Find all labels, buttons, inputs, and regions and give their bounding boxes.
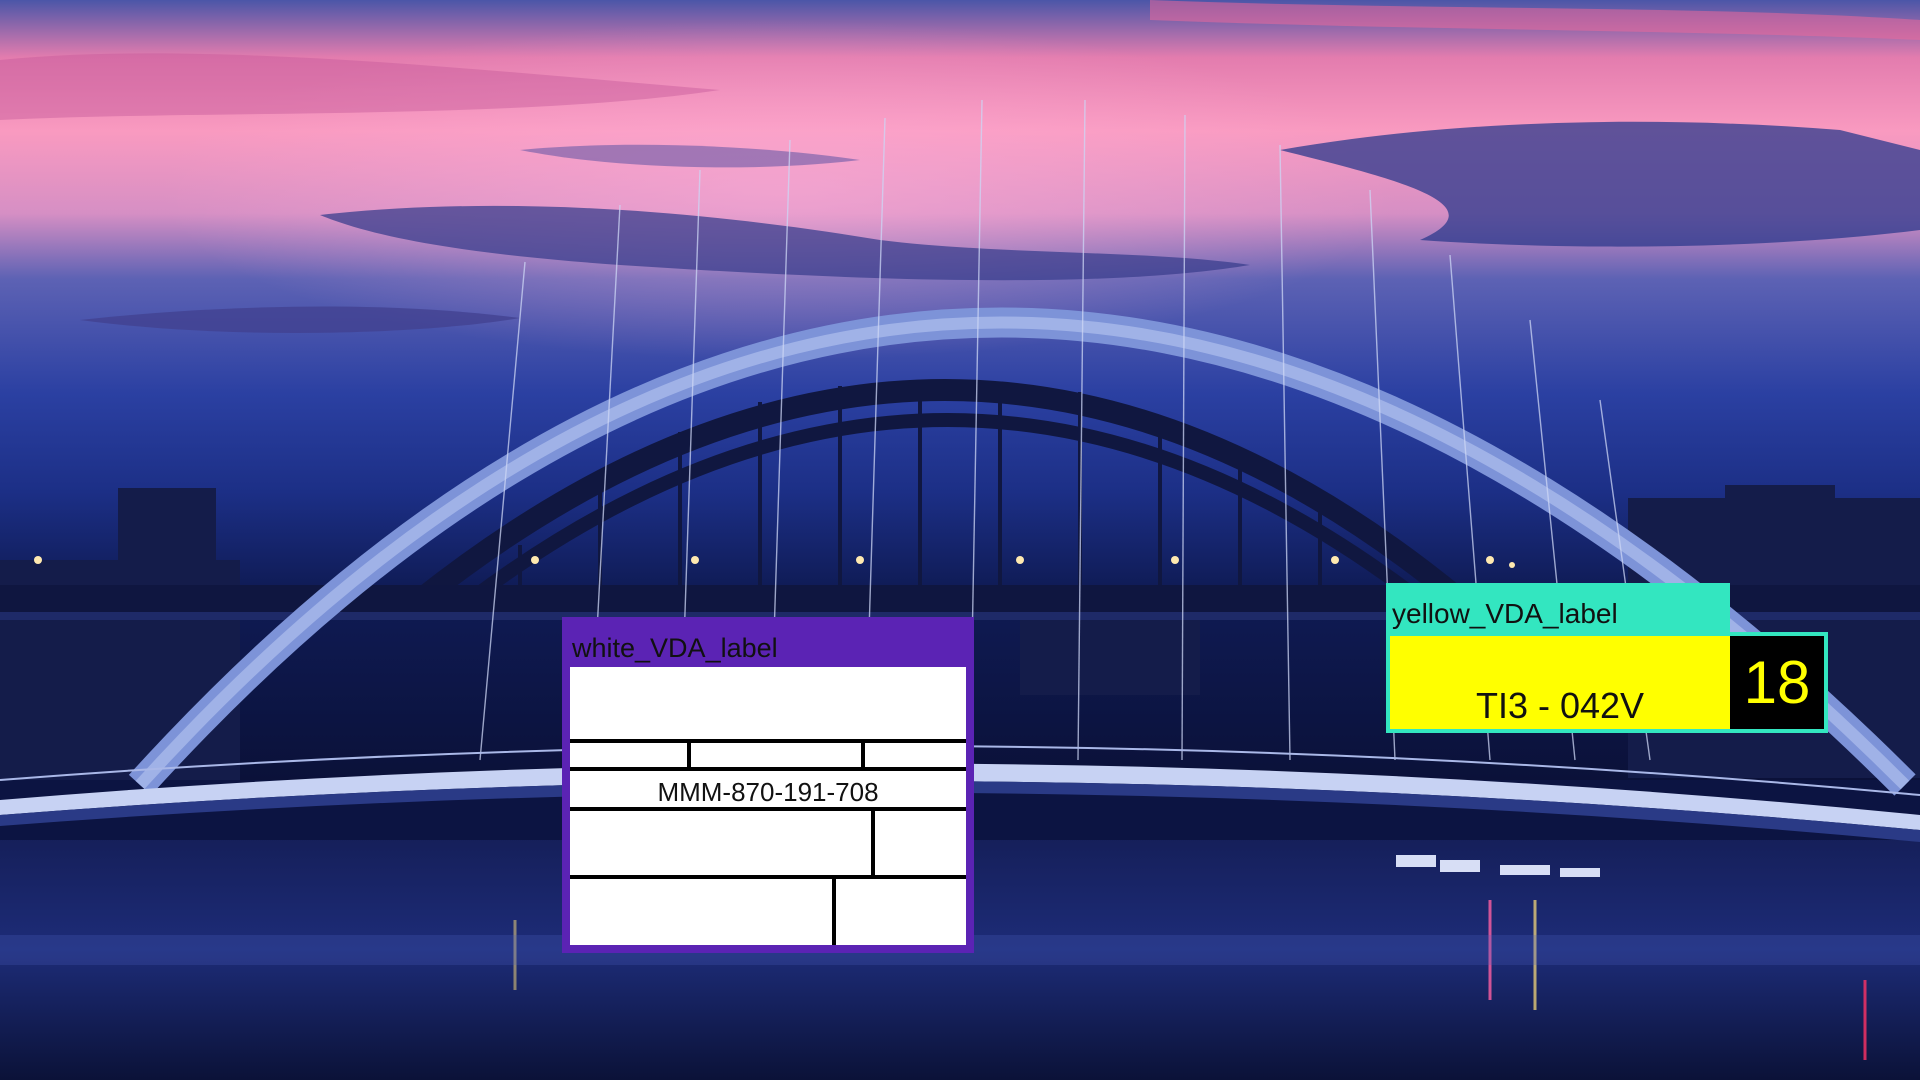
label-divider bbox=[570, 739, 966, 743]
label-divider bbox=[861, 739, 865, 767]
white-vda-label-code: MMM-870-191-708 bbox=[657, 777, 879, 807]
yellow-vda-label[interactable]: yellow_VDA_label TI3 - 042V 18 bbox=[1386, 583, 1828, 733]
label-divider bbox=[570, 807, 966, 811]
yellow-vda-label-title: yellow_VDA_label bbox=[1386, 583, 1730, 633]
yellow-vda-label-text: TI3 - 042V bbox=[1390, 636, 1730, 729]
label-divider bbox=[570, 875, 966, 879]
white-vda-label-body: MMM-870-191-708 bbox=[570, 667, 966, 945]
label-divider bbox=[570, 767, 966, 771]
white-vda-label[interactable]: white_VDA_label MMM-870-191-708 bbox=[562, 617, 974, 953]
label-divider bbox=[871, 807, 875, 875]
label-divider bbox=[687, 739, 691, 767]
label-divider bbox=[832, 875, 836, 945]
white-vda-label-title: white_VDA_label bbox=[566, 617, 970, 667]
yellow-vda-label-number: 18 bbox=[1730, 636, 1824, 729]
